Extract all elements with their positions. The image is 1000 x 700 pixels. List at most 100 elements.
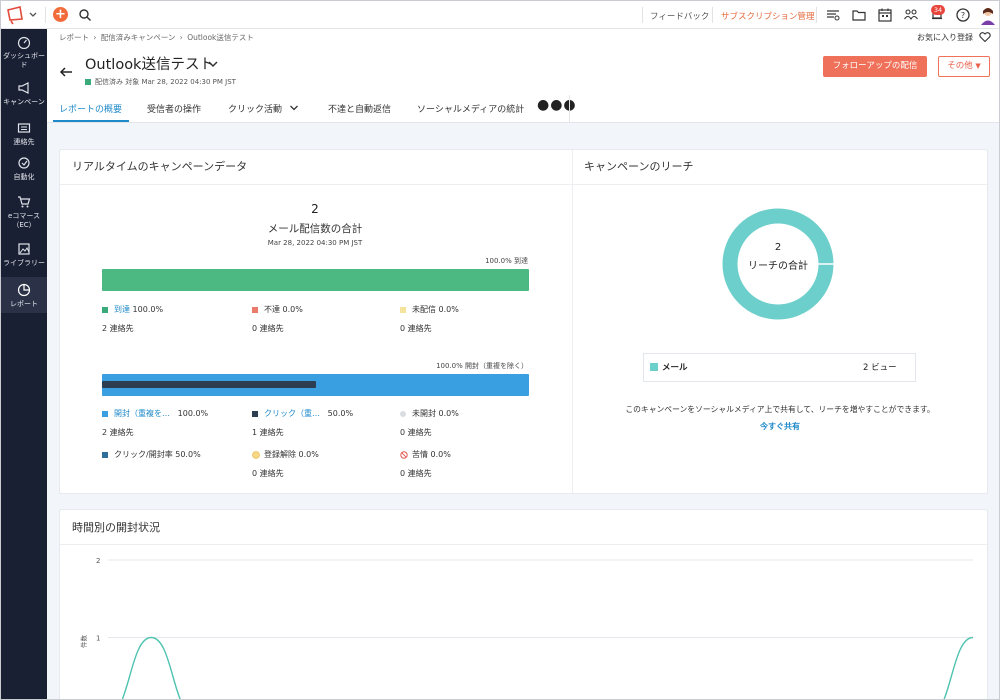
tab-label: クリック活動: [228, 105, 283, 115]
dashboard-icon: [17, 36, 31, 49]
legend-count: 2 連絡先: [102, 428, 134, 437]
folder-icon[interactable]: [851, 7, 867, 23]
breadcrumb-item: Outlook送信テスト: [187, 33, 254, 42]
breadcrumb-item[interactable]: 配信済みキャンペーン: [101, 33, 176, 42]
legend-swatch: [252, 306, 258, 313]
divider: [45, 7, 46, 23]
legend-undelivered: 未配信 0.0% 0 連絡先: [400, 304, 459, 334]
feedback-link[interactable]: フィードバック: [650, 10, 709, 22]
active-tab-indicator: [53, 120, 129, 122]
sidebar-item-label: 連絡先: [13, 138, 35, 146]
chevron-down-icon[interactable]: [207, 59, 219, 69]
sidebar-item-automation[interactable]: 自動化: [1, 156, 47, 184]
tab-recipient-actions[interactable]: 受信者の操作: [147, 102, 201, 115]
tab-report-overview[interactable]: レポートの概要: [59, 102, 122, 115]
divider: [642, 7, 643, 23]
y-tick-label: 1: [96, 635, 100, 643]
tab-bounces-auto-replies[interactable]: 不達と自動返信: [328, 102, 391, 115]
calendar-icon[interactable]: [877, 7, 893, 23]
breadcrumb: レポート › 配信済みキャンペーン › Outlook送信テスト: [59, 32, 256, 43]
search-icon[interactable]: [78, 8, 92, 22]
delivered-bar-label: 100.0% 到達: [485, 257, 528, 265]
sidebar-item-library[interactable]: ライブラリー: [1, 242, 47, 272]
app-window: + フィードバック サブスクリプション管理 34 ? ダッシュボード キャンペー…: [0, 0, 1000, 700]
legend-swatch: [400, 410, 406, 417]
sidebar-item-label: レポート: [10, 300, 38, 308]
page-header: レポート › 配信済みキャンペーン › Outlook送信テスト お気に入り登録…: [47, 29, 999, 123]
sidebar-item-campaigns[interactable]: キャンペーン: [1, 81, 47, 111]
sent-date: 対象 Mar 28, 2022 04:30 PM JST: [125, 78, 236, 86]
sidebar-item-reports[interactable]: レポート: [1, 277, 47, 313]
legend-opened[interactable]: 開封（重複を… 100.0% 2 連絡先: [102, 408, 208, 438]
legend-pct: 0.0%: [282, 305, 303, 314]
legend-pct: 50.0%: [175, 450, 201, 459]
total-sent-value: 2: [311, 202, 319, 216]
legend-delivered[interactable]: 到達 100.0% 2 連絡先: [102, 304, 163, 334]
sidebar-item-label: ダッシュボード: [3, 52, 45, 69]
breadcrumb-item[interactable]: レポート: [59, 33, 89, 42]
legend-count: 0 連絡先: [252, 324, 284, 333]
cart-icon: [18, 196, 31, 208]
share-description: このキャンペーンをソーシャルメディア上で共有して、リーチを増やすことができます。: [625, 405, 935, 414]
help-icon[interactable]: ?: [955, 7, 971, 23]
user-avatar[interactable]: [979, 5, 997, 25]
legend-pct: 0.0%: [430, 450, 451, 459]
more-tabs-icon[interactable]: ●●●: [537, 97, 577, 113]
sidebar-item-contacts[interactable]: 連絡先: [1, 121, 47, 149]
legend-count: 0 連絡先: [252, 469, 284, 478]
team-icon[interactable]: [903, 7, 919, 23]
open-bar-label: 100.0% 開封（重複を除く）: [436, 362, 528, 370]
timeline-chart: 2 1 件数: [79, 557, 974, 699]
caret-down-icon: ▼: [975, 62, 981, 70]
automation-icon: [18, 157, 30, 169]
svg-text:?: ?: [961, 11, 965, 20]
legend-count: 0 連絡先: [400, 428, 432, 437]
legend-clicked[interactable]: クリック（重… 50.0% 1 連絡先: [252, 408, 353, 438]
chevron-down-icon: [289, 105, 298, 111]
library-icon: [18, 243, 30, 255]
legend-swatch: [102, 451, 108, 458]
legend-bounced: 不達 0.0% 0 連絡先: [252, 304, 303, 334]
heart-icon[interactable]: [979, 31, 991, 43]
more-options-label: その他: [947, 61, 973, 71]
smiley-icon: [252, 450, 260, 459]
status-badge: 配信済み: [95, 78, 123, 86]
app-logo-icon[interactable]: [5, 5, 41, 25]
click-bar-fill: [102, 381, 316, 388]
sidebar-item-dashboard[interactable]: ダッシュボード: [1, 35, 47, 73]
divider: [569, 95, 570, 123]
reach-row-swatch: [650, 363, 658, 371]
follow-up-button[interactable]: フォローアップの配信: [823, 56, 927, 77]
report-icon: [17, 283, 31, 297]
total-sent-label: メール配信数の合計: [267, 223, 363, 235]
reach-total-label: リーチの合計: [748, 261, 808, 272]
sidebar-item-label: eコマース（EC）: [8, 212, 40, 229]
legend-name: 苦情: [412, 450, 428, 459]
legend-unopened: 未開封 0.0% 0 連絡先: [400, 408, 459, 438]
realtime-title: リアルタイムのキャンペーンデータ: [72, 160, 248, 173]
legend-name[interactable]: 到達: [114, 305, 130, 314]
sidebar-item-ecommerce[interactable]: eコマース（EC）: [1, 195, 47, 231]
favorite-label[interactable]: お気に入り登録: [917, 32, 973, 43]
reach-row: メール 2 ビュー: [643, 353, 916, 382]
top-bar: + フィードバック サブスクリプション管理 34 ?: [1, 1, 999, 29]
legend-name: クリック/開封率: [114, 450, 173, 459]
campaign-status-line: 配信済み 対象 Mar 28, 2022 04:30 PM JST: [85, 77, 236, 87]
legend-name[interactable]: 開封（重複を…: [114, 409, 170, 418]
tab-social-stats[interactable]: ソーシャルメディアの統計: [417, 102, 524, 115]
tab-click-activity[interactable]: クリック活動: [228, 102, 299, 115]
legend-name[interactable]: クリック（重…: [264, 409, 320, 418]
more-options-button[interactable]: その他 ▼: [938, 56, 990, 77]
y-axis-label: 件数: [79, 635, 88, 649]
delivered-bar-track: [102, 269, 529, 291]
legend-pct: 0.0%: [298, 450, 319, 459]
reach-row-label: メール: [662, 363, 688, 373]
share-now-link[interactable]: 今すぐ共有: [730, 421, 830, 432]
legend-name: 登録解除: [264, 450, 296, 459]
subscription-link[interactable]: サブスクリプション管理: [721, 10, 815, 22]
legend-pct: 100.0%: [132, 305, 164, 314]
create-new-button[interactable]: +: [53, 7, 68, 22]
contacts-icon: [17, 123, 31, 133]
back-arrow-icon[interactable]: [59, 66, 73, 78]
list-filter-icon[interactable]: [825, 7, 841, 23]
